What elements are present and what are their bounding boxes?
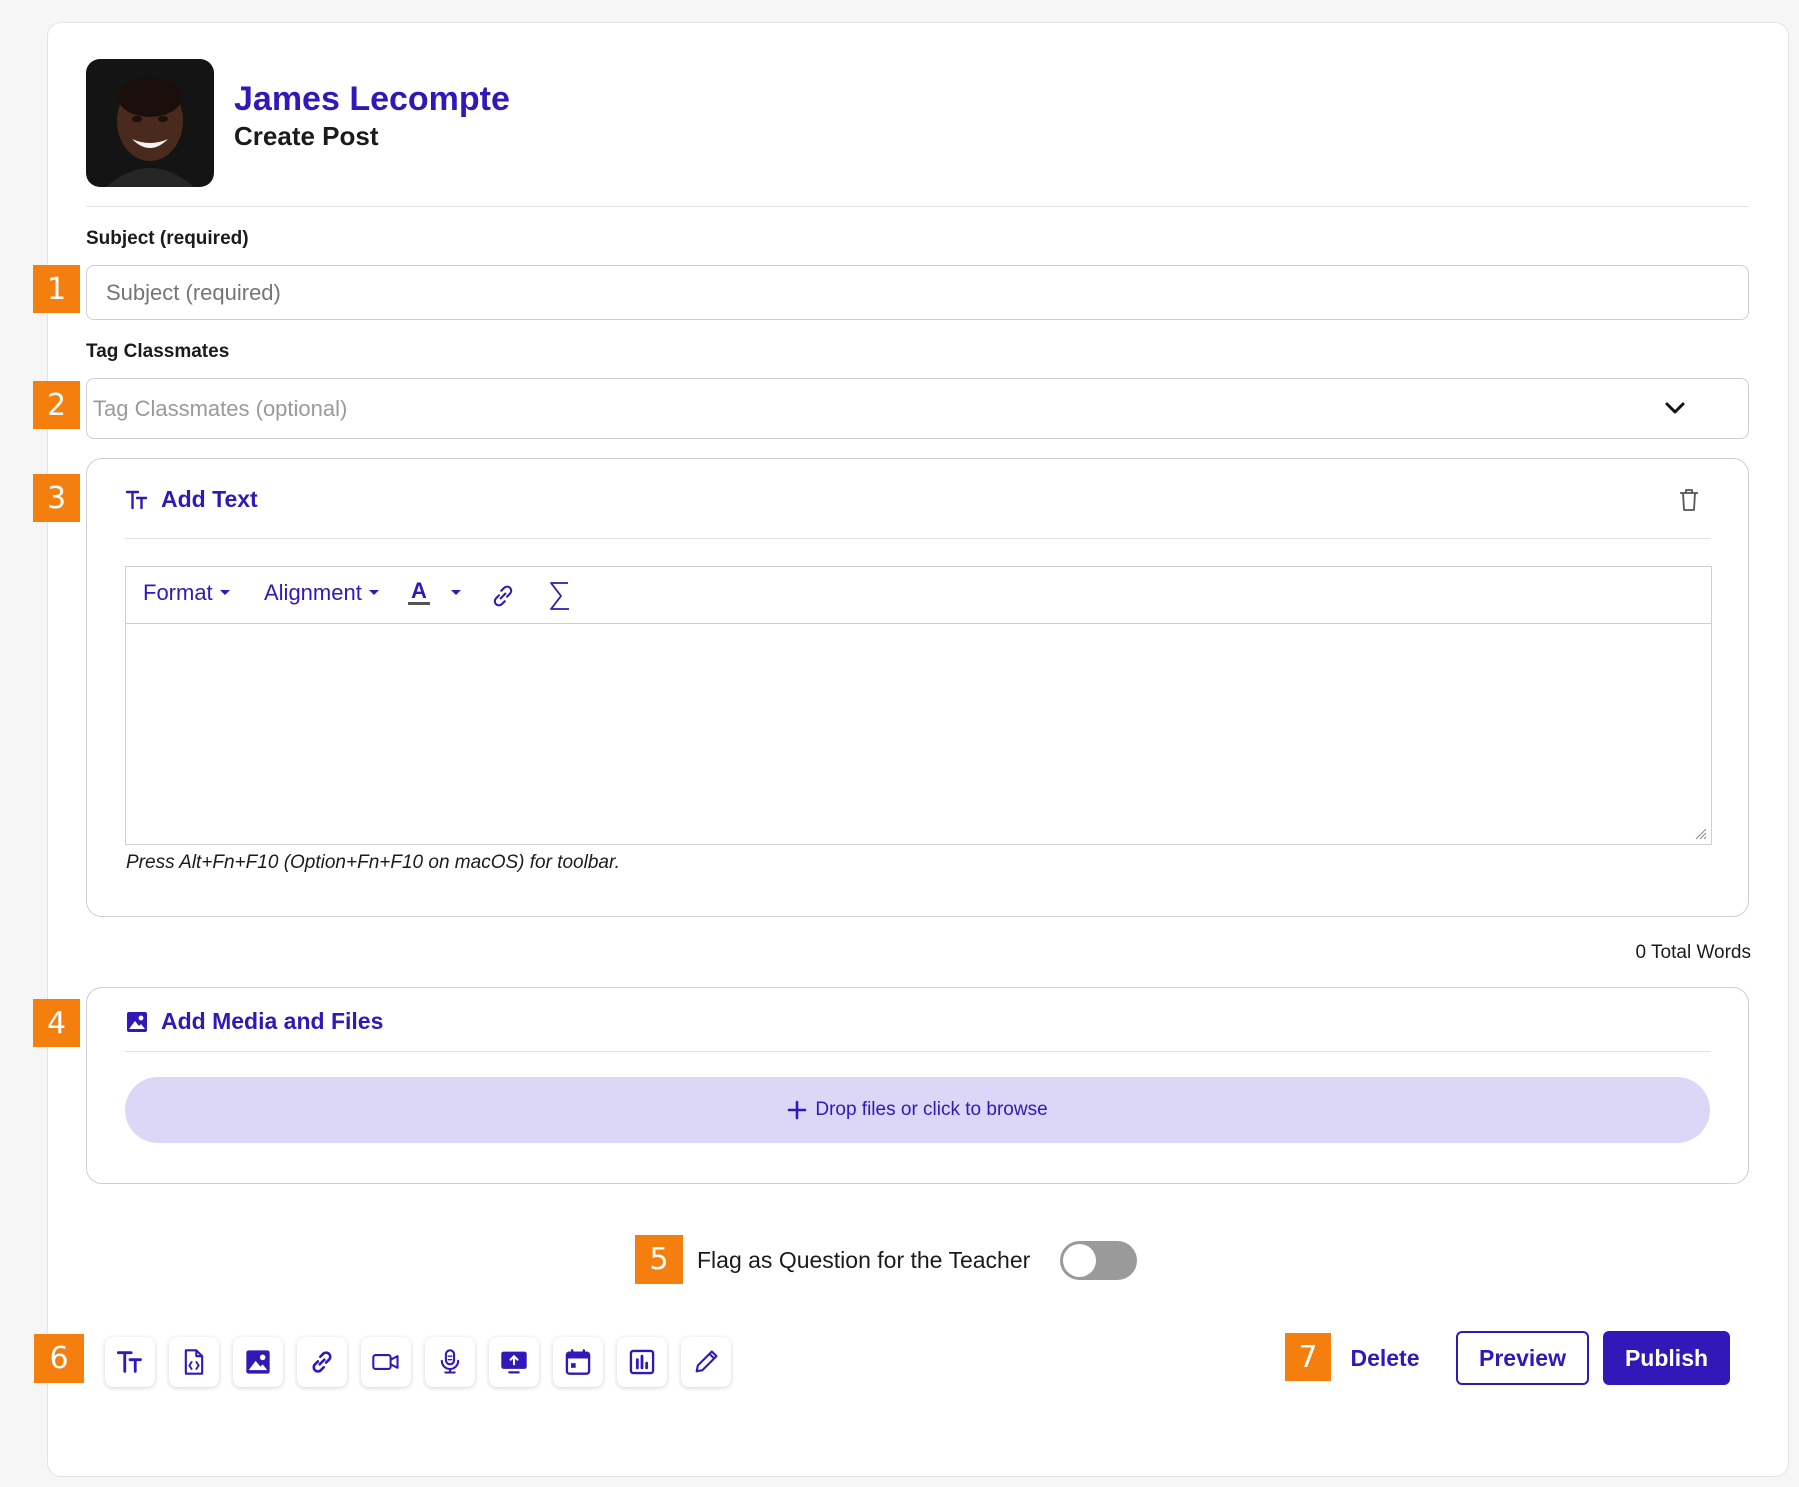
format-menu[interactable]: Format <box>143 580 231 606</box>
calendar-icon <box>564 1348 592 1376</box>
flag-question-toggle[interactable] <box>1060 1241 1137 1280</box>
add-text-divider <box>125 538 1711 539</box>
marker-2: 2 <box>33 381 80 429</box>
caret-down-icon <box>219 589 231 597</box>
add-media-divider <box>125 1051 1711 1052</box>
text-color-button[interactable]: A <box>408 580 462 605</box>
publish-button[interactable]: Publish <box>1603 1331 1730 1385</box>
tag-classmates-select[interactable]: Tag Classmates (optional) <box>86 378 1749 439</box>
alignment-menu[interactable]: Alignment <box>264 580 380 606</box>
insert-video-button[interactable] <box>361 1337 411 1387</box>
sigma-icon[interactable] <box>548 580 572 612</box>
editor-hint: Press Alt+Fn+F10 (Option+Fn+F10 on macOS… <box>126 852 620 873</box>
editor-toolbar: Format Alignment A <box>126 567 1711 624</box>
text-icon <box>116 1348 144 1376</box>
marker-4: 4 <box>33 999 80 1047</box>
toggle-knob <box>1063 1244 1096 1277</box>
header-divider <box>86 206 1748 207</box>
user-name[interactable]: James Lecompte <box>234 80 510 119</box>
insert-drawing-button[interactable] <box>681 1337 731 1387</box>
avatar <box>86 59 214 187</box>
screen-upload-icon <box>499 1348 529 1376</box>
microphone-icon <box>436 1348 464 1376</box>
flag-question-label: Flag as Question for the Teacher <box>697 1247 1031 1273</box>
marker-1: 1 <box>33 265 80 313</box>
tag-classmates-label: Tag Classmates <box>86 341 230 362</box>
page-title: Create Post <box>234 121 379 151</box>
plus-icon <box>787 1100 807 1120</box>
marker-7: 7 <box>1285 1333 1331 1381</box>
caret-down-icon[interactable] <box>450 589 462 597</box>
image-icon <box>125 1010 149 1034</box>
rich-text-editor[interactable]: Format Alignment A <box>125 566 1712 845</box>
image-icon <box>244 1348 272 1376</box>
insert-image-button[interactable] <box>233 1337 283 1387</box>
insert-screen-recording-button[interactable] <box>489 1337 539 1387</box>
insert-text-button[interactable] <box>105 1337 155 1387</box>
preview-button[interactable]: Preview <box>1456 1331 1589 1385</box>
subject-input[interactable] <box>86 265 1749 320</box>
trash-icon[interactable] <box>1678 488 1700 512</box>
insert-code-file-button[interactable] <box>169 1337 219 1387</box>
delete-button[interactable]: Delete <box>1335 1331 1435 1385</box>
marker-5: 5 <box>635 1235 683 1284</box>
word-count: 0 Total Words <box>1635 942 1751 963</box>
chevron-down-icon[interactable] <box>1664 401 1686 415</box>
link-icon <box>308 1348 336 1376</box>
add-media-header: Add Media and Files <box>125 1008 383 1035</box>
add-text-header: Add Text <box>125 486 258 513</box>
add-text-title: Add Text <box>161 486 258 512</box>
add-media-title: Add Media and Files <box>161 1008 384 1034</box>
insert-event-button[interactable] <box>553 1337 603 1387</box>
pencil-icon <box>692 1348 720 1376</box>
marker-6: 6 <box>34 1334 84 1383</box>
dropzone-label: Drop files or click to browse <box>815 1099 1048 1120</box>
insert-link-button[interactable] <box>297 1337 347 1387</box>
file-dropzone[interactable]: Drop files or click to browse <box>125 1077 1710 1143</box>
chart-icon <box>628 1348 656 1376</box>
resize-handle-icon[interactable] <box>1693 826 1707 840</box>
insert-poll-button[interactable] <box>617 1337 667 1387</box>
tag-classmates-placeholder: Tag Classmates (optional) <box>93 395 348 421</box>
text-color-label: A <box>408 580 430 605</box>
alignment-label: Alignment <box>264 580 362 605</box>
text-icon <box>125 488 149 512</box>
code-file-icon <box>180 1348 208 1376</box>
caret-down-icon <box>368 589 380 597</box>
marker-3: 3 <box>33 474 80 522</box>
format-label: Format <box>143 580 213 605</box>
video-icon <box>371 1348 401 1376</box>
insert-audio-button[interactable] <box>425 1337 475 1387</box>
link-icon[interactable] <box>489 582 517 610</box>
subject-label: Subject (required) <box>86 228 249 249</box>
